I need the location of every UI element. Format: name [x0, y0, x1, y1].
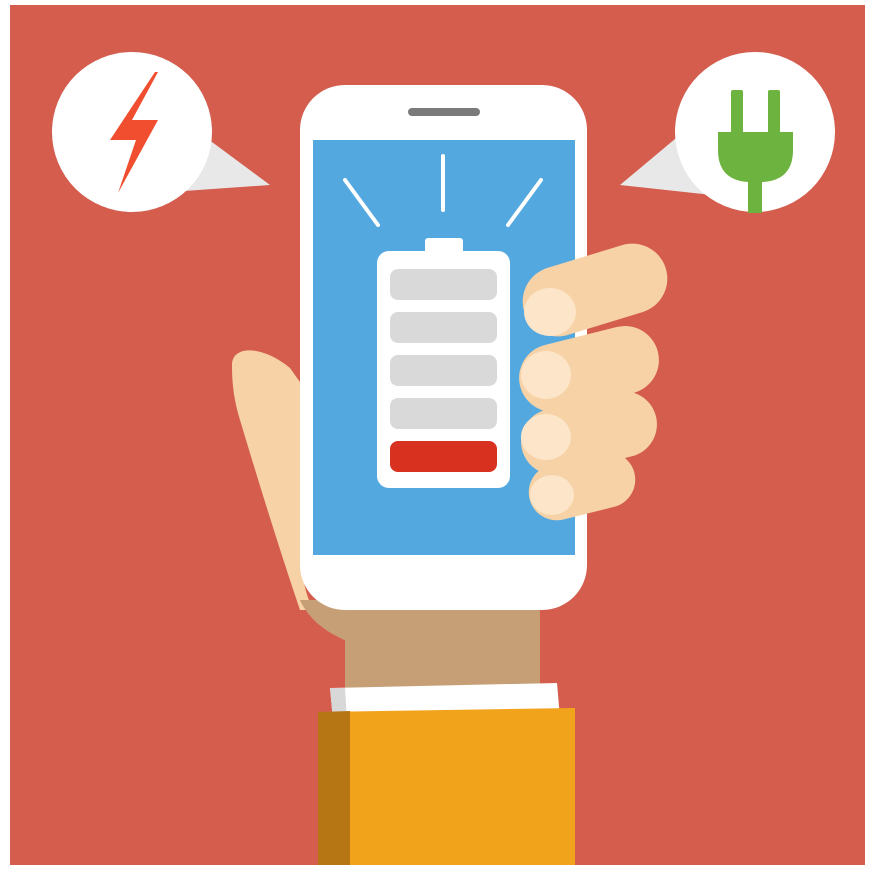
illustration-canvas — [0, 0, 870, 875]
phone-speaker — [408, 108, 480, 116]
battery-segment-empty — [390, 269, 497, 300]
low-battery-illustration — [10, 5, 865, 865]
battery-segment-empty — [390, 312, 497, 343]
battery-segment-filled — [390, 441, 497, 472]
battery-segment-empty — [390, 355, 497, 386]
jacket-sleeve — [318, 708, 575, 865]
wrist — [345, 612, 540, 694]
battery-segment-empty — [390, 398, 497, 429]
battery-icon — [377, 238, 510, 488]
battery-level-indicator — [390, 269, 497, 472]
